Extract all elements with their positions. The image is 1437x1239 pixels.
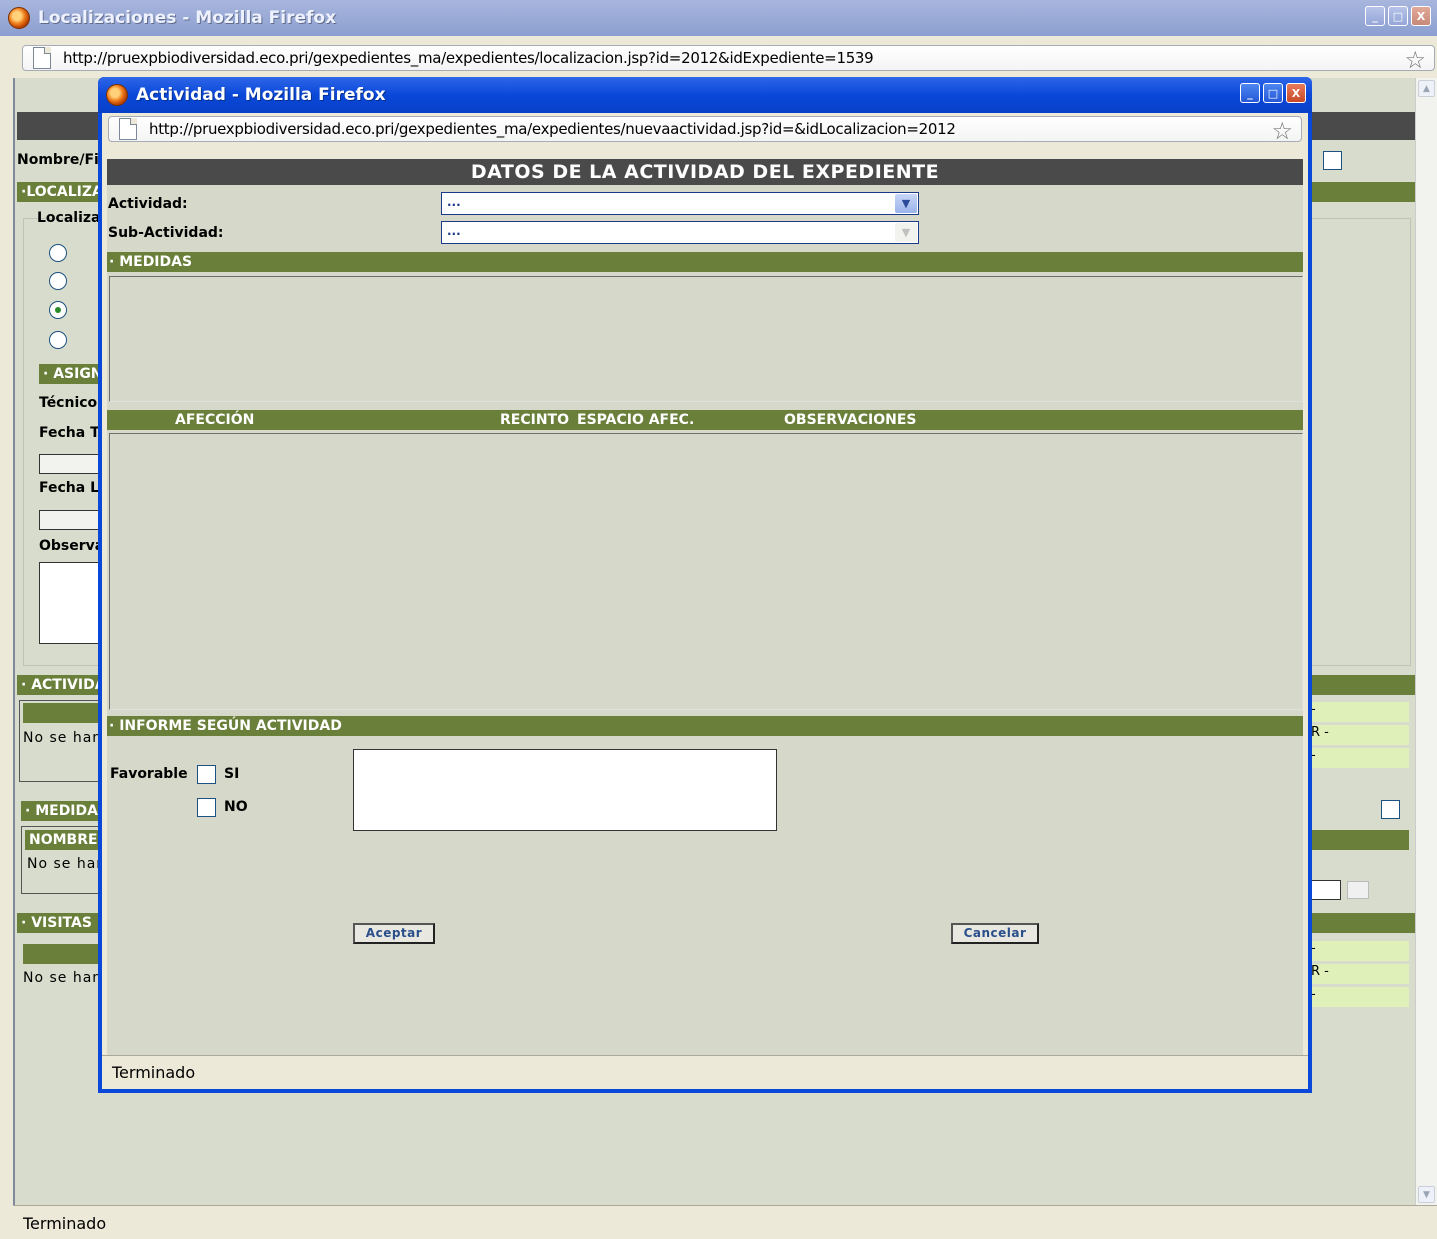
medidas-panel [109,276,1303,402]
afeccion-panel [109,433,1303,710]
bg-radio-2[interactable] [49,272,67,290]
bg-nombre-label: Nombre/Fi [17,152,99,168]
col-espacio-afec: ESPACIO AFEC. [577,412,695,428]
bg-no-se-han-2: No se han [27,856,107,872]
bg-no-se-han-1: No se han [23,730,103,746]
bg-right-bar [1311,830,1409,850]
actividad-popup-window: Actividad - Mozilla Firefox _ □ X http:/… [98,77,1312,1093]
bg-observa-label: Observa [39,538,105,554]
popup-status-bar: Terminado [102,1055,1308,1089]
informe-section-bar: · INFORME SEGÚN ACTIVIDAD [107,716,1303,736]
col-recinto: RECINTO [500,412,569,428]
page-icon [33,47,51,69]
bookmark-star-icon[interactable]: ☆ [1404,48,1426,72]
popup-titlebar[interactable]: Actividad - Mozilla Firefox _ □ X [98,77,1312,113]
bg-radio-3[interactable] [49,301,67,319]
popup-url-field[interactable]: http://pruexpbiodiversidad.eco.pri/gexpe… [108,116,1302,143]
firefox-icon [8,7,30,29]
dropdown-arrow-icon[interactable]: ▼ [895,223,917,242]
bg-right-row-1: - [1311,702,1409,722]
informe-textarea[interactable] [353,749,777,831]
bg-checkbox-2[interactable] [1381,800,1400,819]
subactividad-select-value: ... [447,224,461,238]
favorable-label: Favorable [110,766,188,782]
dropdown-arrow-icon[interactable]: ▼ [895,194,917,213]
bg-right-row-2: R - [1311,725,1409,745]
bg-checkbox-1[interactable] [1323,151,1342,170]
calendar-icon[interactable] [1347,881,1369,899]
no-checkbox[interactable] [197,798,216,817]
bg-localiza-label: Localiza [37,210,101,226]
popup-url-bar: http://pruexpbiodiversidad.eco.pri/gexpe… [102,113,1308,145]
bg-tecnico-label: Técnico: [39,395,103,411]
bg-fecha-t-label: Fecha T [39,425,100,441]
actividad-select-value: ... [447,195,461,209]
bookmark-star-icon[interactable]: ☆ [1271,119,1293,143]
scroll-up-icon[interactable]: ▲ [1418,80,1435,97]
page-title: DATOS DE LA ACTIVIDAD DEL EXPEDIENTE [107,159,1303,185]
bg-medidas-bar: · MEDIDAS [21,801,109,821]
popup-url-text: http://pruexpbiodiversidad.eco.pri/gexpe… [149,120,956,138]
aceptar-button[interactable]: Aceptar [353,923,435,944]
bg-url-bar: http://pruexpbiodiversidad.eco.pri/gexpe… [0,42,1437,74]
afeccion-column-header-bar: AFECCIÓN RECINTO ESPACIO AFEC. OBSERVACI… [107,410,1303,430]
bg-url-field[interactable]: http://pruexpbiodiversidad.eco.pri/gexpe… [22,45,1435,72]
bg-right-row-6: - [1311,987,1409,1007]
popup-client-area: http://pruexpbiodiversidad.eco.pri/gexpe… [102,113,1308,1089]
bg-fecha-l-label: Fecha Li [39,480,104,496]
cancelar-button[interactable]: Cancelar [951,923,1039,944]
si-label: SI [224,766,240,782]
bg-radio-1[interactable] [49,244,67,262]
bg-no-se-han-3: No se han [23,970,103,986]
no-label: NO [224,799,248,815]
bg-date-input[interactable] [1311,880,1341,900]
bg-scrollbar[interactable]: ▲ ▼ [1415,78,1437,1205]
bg-radio-4[interactable] [49,331,67,349]
bg-right-row-5: R - [1311,964,1409,984]
bg-visitas-colbar [23,944,109,964]
bg-titlebar[interactable]: Localizaciones - Mozilla Firefox _ □ X [0,0,1437,36]
popup-close-button[interactable]: X [1286,83,1306,103]
subactividad-select[interactable]: ... ▼ [441,221,919,244]
popup-minimize-button[interactable]: _ [1240,83,1260,103]
bg-status-bar: Terminado [13,1205,1437,1239]
popup-maximize-button[interactable]: □ [1263,83,1283,103]
bg-nombre-head: NOMBRE [25,830,109,850]
bg-close-button[interactable]: X [1411,6,1431,26]
bg-window-title: Localizaciones - Mozilla Firefox [38,8,337,28]
bg-right-row-3: - [1311,748,1409,768]
col-observaciones: OBSERVACIONES [784,412,917,428]
si-checkbox[interactable] [197,765,216,784]
bg-url-text: http://pruexpbiodiversidad.eco.pri/gexpe… [63,49,874,67]
subactividad-label: Sub-Actividad: [108,225,224,241]
scroll-down-icon[interactable]: ▼ [1418,1186,1435,1203]
popup-window-title: Actividad - Mozilla Firefox [136,85,386,105]
bg-minimize-button[interactable]: _ [1365,6,1385,26]
bg-actividad-colbar [23,703,109,723]
popup-page-content: DATOS DE LA ACTIVIDAD DEL EXPEDIENTE Act… [107,159,1303,1055]
firefox-icon [106,84,128,106]
col-afeccion: AFECCIÓN [175,412,255,428]
actividad-select[interactable]: ... ▼ [441,192,919,215]
actividad-label: Actividad: [108,196,188,212]
medidas-section-bar: · MEDIDAS [107,252,1303,272]
bg-maximize-button[interactable]: □ [1388,6,1408,26]
page-icon [119,118,137,140]
bg-right-row-4: - [1311,941,1409,961]
